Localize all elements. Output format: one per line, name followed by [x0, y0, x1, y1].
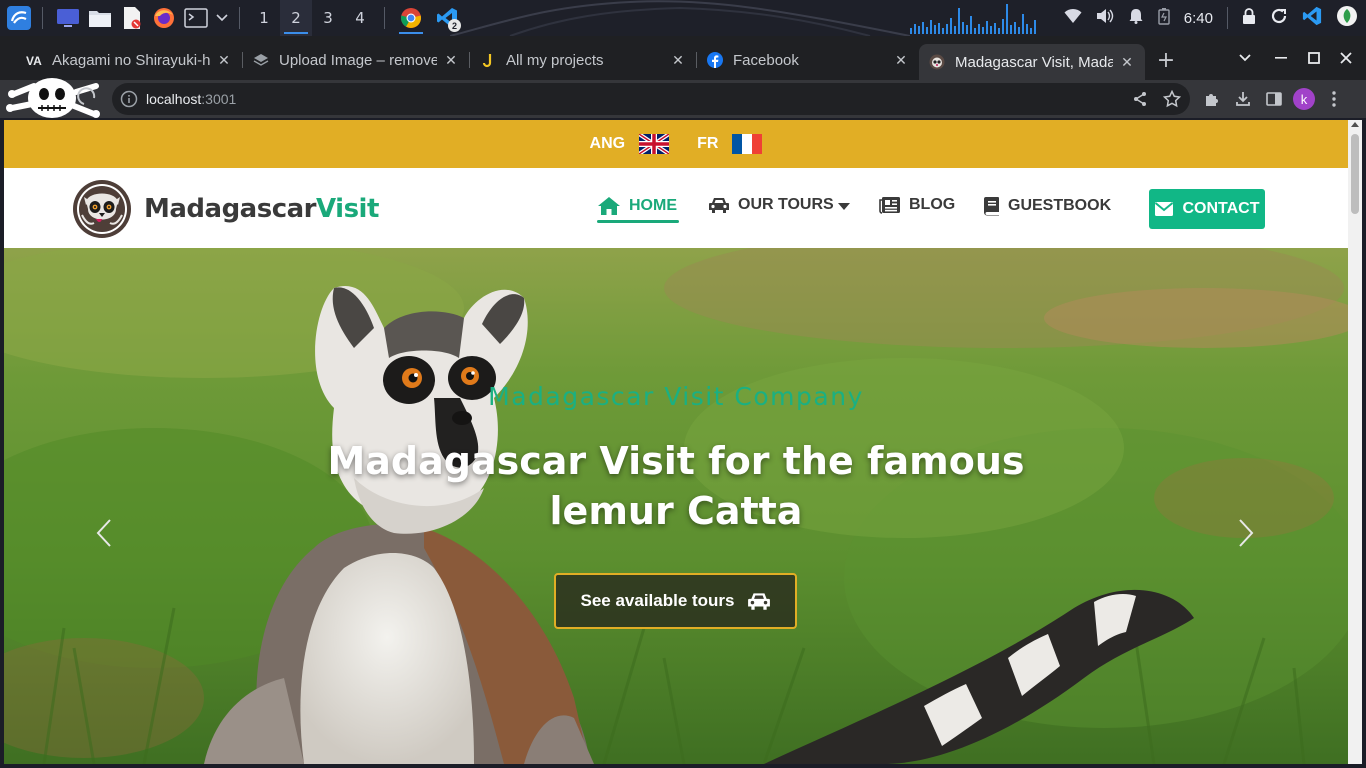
- jolly-roger-mascot-icon: [6, 78, 100, 118]
- car-icon: [709, 198, 729, 213]
- home-icon: [598, 197, 620, 215]
- browser-toolbar: localhost:3001 k: [0, 80, 1366, 118]
- site-logo[interactable]: MadagascarVisit: [72, 179, 379, 239]
- workspace-1[interactable]: 1: [248, 0, 280, 36]
- carousel-prev-icon[interactable]: [94, 518, 114, 548]
- brand-name: MadagascarVisit: [144, 194, 379, 224]
- page-scrollbar[interactable]: [1348, 120, 1362, 764]
- sync-app-icon[interactable]: [1270, 7, 1288, 29]
- tab-upload-image[interactable]: Upload Image – remove ✕: [243, 44, 470, 76]
- site-navbar: MadagascarVisit HOME OUR TOURS BLOG GUES…: [4, 168, 1348, 248]
- tab-madagascar-visit[interactable]: Madagascar Visit, Mada ✕: [919, 44, 1145, 80]
- tab-title: All my projects: [506, 51, 604, 69]
- browser-tab-strip: VA Akagami no Shirayuki-h ✕ Upload Image…: [0, 36, 1366, 80]
- site-info-icon[interactable]: [120, 90, 138, 108]
- fr-flag-icon: [732, 134, 763, 154]
- new-tab-button[interactable]: +: [1154, 48, 1178, 73]
- network-activity-graph: [910, 4, 1036, 34]
- lemur-logo-icon: [73, 180, 131, 238]
- page-viewport: ANG FR MadagascarVisit HOME OUR TOURS BL…: [4, 120, 1348, 764]
- share-icon[interactable]: [1128, 87, 1152, 111]
- close-window-icon[interactable]: [1331, 46, 1361, 70]
- tab-all-projects[interactable]: All my projects ✕: [470, 44, 697, 76]
- envelope-icon: [1155, 202, 1174, 216]
- hero-title: Madagascar Visit for the famous lemur Ca…: [327, 439, 1025, 533]
- nav-guestbook[interactable]: GUESTBOOK: [984, 196, 1111, 216]
- dropdown-caret-icon: [837, 203, 850, 210]
- wifi-icon[interactable]: [1064, 8, 1082, 28]
- hero-subtitle: Madagascar Visit Company: [488, 382, 864, 411]
- uk-flag-icon: [639, 134, 670, 154]
- tab-title: Facebook: [733, 51, 799, 69]
- workspace-4[interactable]: 4: [344, 0, 376, 36]
- contact-button[interactable]: CONTACT: [1149, 189, 1265, 229]
- lock-icon[interactable]: [1242, 8, 1256, 28]
- tab-facebook[interactable]: Facebook ✕: [697, 44, 919, 76]
- tab-title: Upload Image – remove: [279, 51, 437, 69]
- scroll-up-arrow-icon[interactable]: [1351, 122, 1359, 127]
- text-editor-icon[interactable]: [117, 3, 147, 33]
- firefox-icon[interactable]: [149, 3, 179, 33]
- url-port: :3001: [201, 91, 237, 107]
- desktop-icon[interactable]: [53, 3, 83, 33]
- app-menu-icon[interactable]: [4, 3, 34, 33]
- carousel-next-icon[interactable]: [1236, 518, 1256, 548]
- hero-carousel: Madagascar Visit Company Madagascar Visi…: [4, 248, 1348, 764]
- workspace-2[interactable]: 2: [280, 0, 312, 36]
- address-bar[interactable]: localhost:3001: [112, 83, 1190, 115]
- workspace-3[interactable]: 3: [312, 0, 344, 36]
- facebook-icon: [707, 52, 723, 68]
- j-logo-icon: [480, 52, 496, 68]
- taskbar-wallpaper-decoration: [450, 0, 910, 36]
- extensions-icon[interactable]: [1200, 87, 1224, 111]
- clock[interactable]: 6:40: [1184, 10, 1213, 27]
- chrome-taskbar-app[interactable]: [393, 0, 429, 36]
- lemur-favicon-icon: [929, 54, 945, 70]
- volume-icon[interactable]: [1096, 8, 1114, 28]
- language-option-fr[interactable]: FR: [697, 134, 763, 154]
- tab-close-icon[interactable]: ✕: [216, 52, 232, 69]
- nav-home[interactable]: HOME: [597, 196, 679, 223]
- see-available-tours-button[interactable]: See available tours: [554, 573, 797, 629]
- bookmark-star-icon[interactable]: [1160, 87, 1184, 111]
- profile-avatar[interactable]: k: [1293, 88, 1315, 110]
- nav-our-tours[interactable]: OUR TOURS: [708, 196, 850, 214]
- nav-blog[interactable]: BLOG: [879, 196, 955, 214]
- car-icon: [747, 593, 770, 610]
- scrollbar-thumb[interactable]: [1351, 134, 1359, 214]
- tab-close-icon[interactable]: ✕: [893, 52, 909, 69]
- chevron-down-icon[interactable]: [213, 3, 231, 33]
- kebab-menu-icon[interactable]: [1322, 87, 1346, 111]
- file-manager-icon[interactable]: [85, 3, 115, 33]
- url-host: localhost: [146, 91, 202, 107]
- language-bar: ANG FR: [4, 120, 1348, 168]
- system-taskbar: 1 2 3 4 2 6:40: [0, 0, 1366, 36]
- tab-title: Madagascar Visit, Mada: [955, 53, 1113, 71]
- book-icon: [984, 197, 999, 216]
- download-icon[interactable]: [1231, 87, 1255, 111]
- tab-close-icon[interactable]: ✕: [1119, 54, 1135, 71]
- vscode-tray-icon[interactable]: [1302, 6, 1322, 30]
- tab-close-icon[interactable]: ✕: [670, 52, 686, 69]
- side-panel-icon[interactable]: [1262, 87, 1286, 111]
- language-option-ang[interactable]: ANG: [590, 134, 670, 154]
- maximize-icon[interactable]: [1299, 46, 1329, 70]
- tab-search-icon[interactable]: [1230, 46, 1260, 70]
- minimize-icon[interactable]: [1266, 46, 1296, 70]
- notification-bell-icon[interactable]: [1128, 8, 1144, 28]
- chrome-icon: [400, 8, 422, 28]
- layers-icon: [253, 52, 269, 68]
- terminal-icon[interactable]: [181, 3, 211, 33]
- newspaper-icon: [879, 197, 900, 214]
- tab-close-icon[interactable]: ✕: [443, 52, 459, 69]
- leaf-app-icon[interactable]: [1336, 5, 1358, 31]
- battery-icon[interactable]: [1158, 7, 1170, 29]
